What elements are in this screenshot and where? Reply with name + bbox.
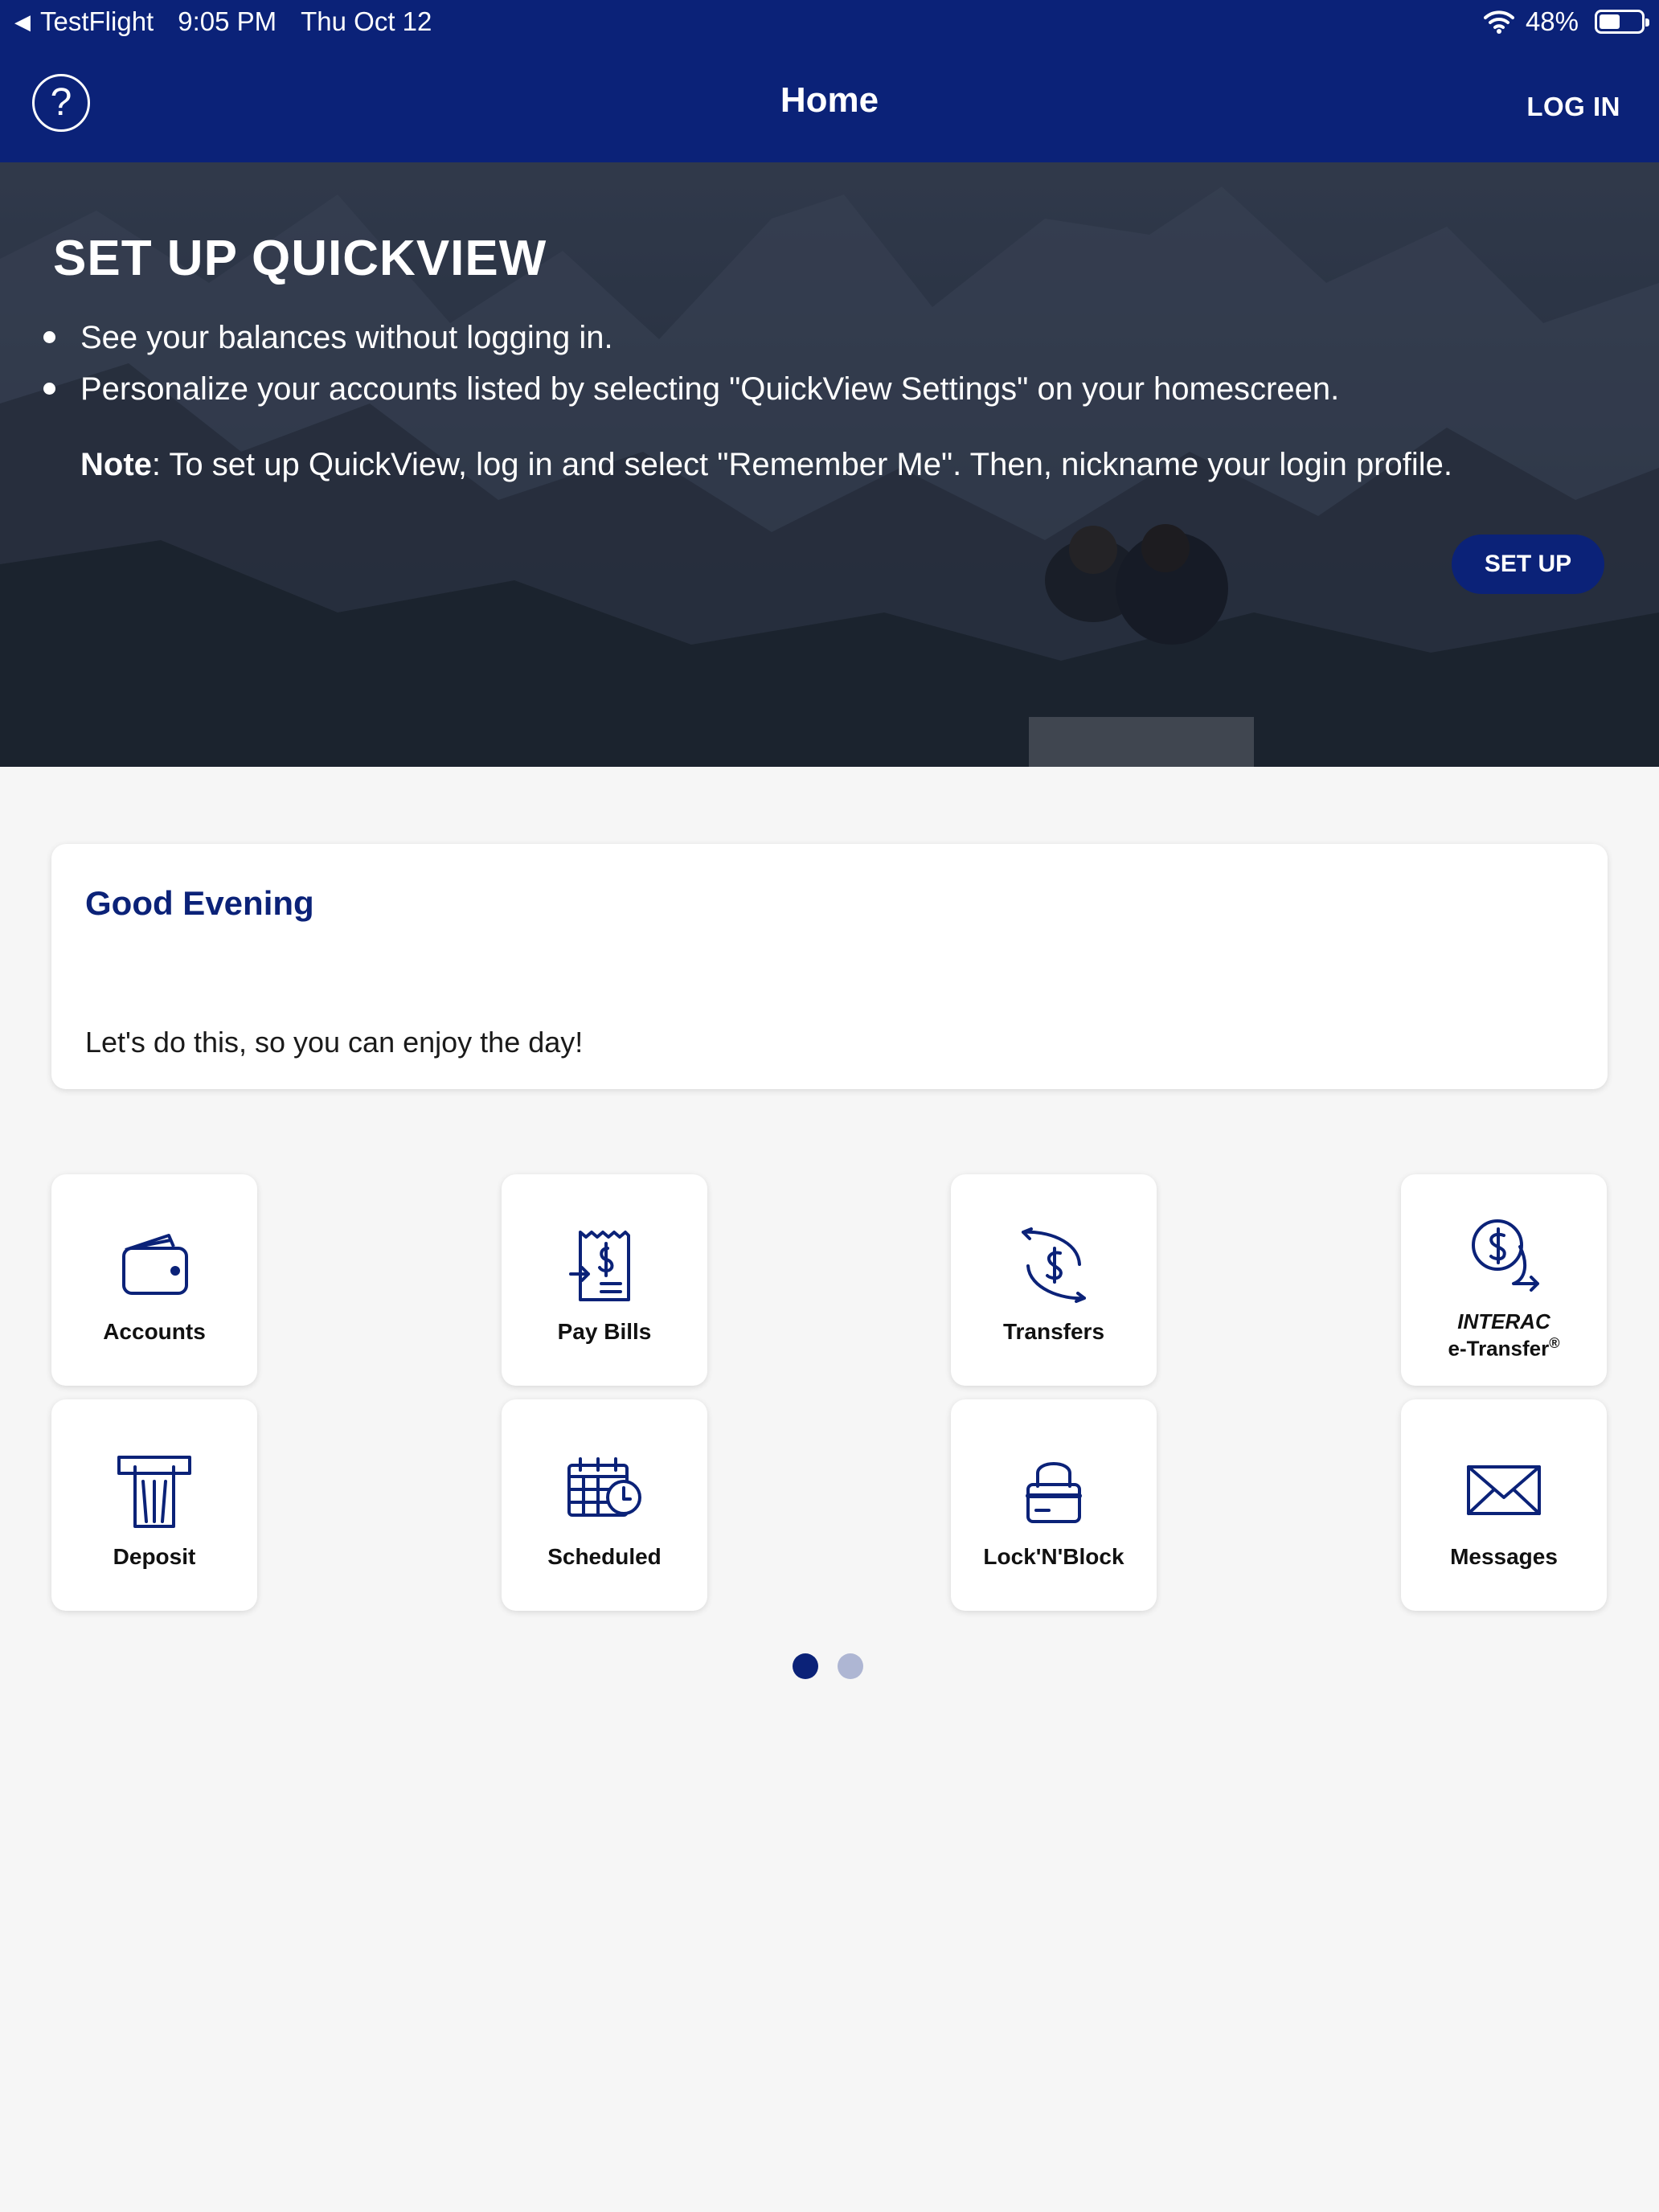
page-dot-active[interactable]	[793, 1653, 818, 1679]
tile-lock-n-block[interactable]: Lock'N'Block	[951, 1399, 1157, 1611]
calendar-clock-icon	[567, 1457, 641, 1517]
back-app-label[interactable]: TestFlight	[40, 6, 154, 37]
wifi-icon	[1483, 10, 1514, 34]
quickview-banner: SET UP QUICKVIEW See your balances witho…	[0, 162, 1659, 767]
page-dot[interactable]	[838, 1653, 863, 1679]
etransfer-icon	[1472, 1219, 1539, 1292]
tile-label: Scheduled	[547, 1544, 662, 1569]
note-label: Note	[80, 447, 152, 482]
wallet-icon	[122, 1234, 188, 1295]
battery-icon	[1595, 10, 1649, 34]
transfer-icon	[1022, 1227, 1086, 1303]
banner-note: Note: To set up QuickView, log in and se…	[80, 447, 1452, 483]
tile-label: Accounts	[103, 1319, 206, 1344]
banner-bullet: See your balances without logging in.	[40, 312, 1339, 363]
deposit-icon	[117, 1456, 191, 1528]
tile-accounts[interactable]: Accounts	[51, 1174, 257, 1386]
banner-title: SET UP QUICKVIEW	[53, 231, 547, 286]
login-button[interactable]: LOG IN	[1526, 92, 1620, 122]
status-left[interactable]: ◀ TestFlight 9:05 PM Thu Oct 12	[14, 6, 432, 37]
envelope-icon	[1467, 1465, 1541, 1515]
status-date: Thu Oct 12	[301, 6, 432, 36]
tile-label: Transfers	[1002, 1319, 1105, 1344]
greeting-title: Good Evening	[85, 884, 314, 922]
tile-label: Lock'N'Block	[983, 1544, 1124, 1569]
registered-mark: ®	[1549, 1335, 1560, 1351]
tile-interac-etransfer[interactable]: INTERAC e-Transfer®	[1401, 1174, 1607, 1386]
etransfer-label: e-Transfer	[1448, 1336, 1550, 1361]
banner-bullets: See your balances without logging in. Pe…	[40, 312, 1339, 415]
bill-icon	[569, 1231, 630, 1301]
tile-label: Messages	[1450, 1544, 1558, 1569]
note-text: : To set up QuickView, log in and select…	[151, 447, 1452, 482]
tile-label: Deposit	[113, 1544, 196, 1569]
page-indicator	[793, 1653, 863, 1679]
tile-messages[interactable]: Messages	[1401, 1399, 1607, 1611]
header: ◀ TestFlight 9:05 PM Thu Oct 12 48% ? Ho…	[0, 0, 1659, 162]
status-bar: ◀ TestFlight 9:05 PM Thu Oct 12 48%	[0, 0, 1659, 45]
tile-label: Pay Bills	[557, 1319, 652, 1344]
banner-content: SET UP QUICKVIEW See your balances witho…	[0, 162, 1659, 767]
interac-brand: INTERAC	[1457, 1309, 1550, 1333]
setup-button[interactable]: SET UP	[1452, 535, 1604, 594]
tile-label: INTERAC e-Transfer®	[1401, 1311, 1607, 1360]
banner-bullet: Personalize your accounts listed by sele…	[40, 363, 1339, 415]
page-title: Home	[780, 80, 879, 120]
tile-pay-bills[interactable]: Pay Bills	[502, 1174, 707, 1386]
tile-scheduled[interactable]: Scheduled	[502, 1399, 707, 1611]
battery-percent: 48%	[1525, 6, 1579, 36]
card-lock-icon	[1026, 1462, 1082, 1523]
greeting-subtitle: Let's do this, so you can enjoy the day!	[85, 1026, 584, 1059]
back-arrow-icon[interactable]: ◀	[14, 10, 31, 35]
battery-fill	[1600, 14, 1620, 29]
status-right: 48%	[1483, 6, 1649, 37]
app-root: ◀ TestFlight 9:05 PM Thu Oct 12 48% ? Ho…	[0, 0, 1659, 2212]
status-time: 9:05 PM	[178, 6, 277, 36]
greeting-card: Good Evening Let's do this, so you can e…	[51, 844, 1608, 1089]
tile-deposit[interactable]: Deposit	[51, 1399, 257, 1611]
tile-transfers[interactable]: Transfers	[951, 1174, 1157, 1386]
